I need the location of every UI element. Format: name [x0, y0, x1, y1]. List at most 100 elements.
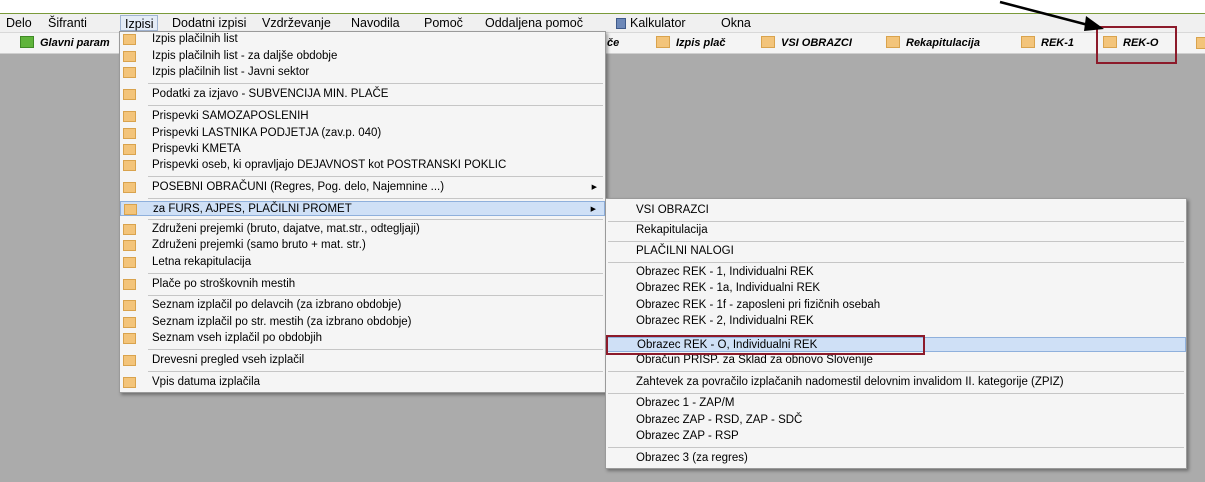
menu-okna[interactable]: Okna — [717, 15, 755, 31]
menu-item-label: Plače po stroškovnih mestih — [152, 278, 296, 290]
menu-item-prispevki-lastnika[interactable]: Prispevki LASTNIKA PODJETJA (zav.p. 040) — [120, 126, 605, 141]
submenu-item-rek-1[interactable]: Obrazec REK - 1, Individualni REK — [606, 265, 1186, 280]
menu-separator — [148, 349, 603, 350]
menu-item-zdruzeni-prejemki-bruto[interactable]: Združeni prejemki (samo bruto + mat. str… — [120, 238, 605, 253]
folder-icon — [886, 36, 900, 48]
menu-item-label: Prispevki KMETA — [152, 143, 241, 155]
submenu-item-rek-1a[interactable]: Obrazec REK - 1a, Individualni REK — [606, 281, 1186, 296]
menu-item-place-po-stroskovnih-mestih[interactable]: Plače po stroškovnih mestih — [120, 277, 605, 292]
submenu-item-zpiz[interactable]: Zahtevek za povračilo izplačanih nadomes… — [606, 375, 1186, 390]
menu-item-label: POSEBNI OBRAČUNI (Regres, Pog. delo, Naj… — [152, 181, 445, 193]
menu-item-zdruzeni-prejemki[interactable]: Združeni prejemki (bruto, dajatve, mat.s… — [120, 222, 605, 237]
folder-icon — [123, 279, 136, 290]
folder-icon — [656, 36, 670, 48]
menu-item-prispevki-samozaposlenih[interactable]: Prispevki SAMOZAPOSLENIH — [120, 109, 605, 124]
submenu-item-zap-rsd[interactable]: Obrazec ZAP - RSD, ZAP - SDČ — [606, 413, 1186, 428]
menu-separator — [148, 105, 603, 106]
submenu-arrow-icon: ▶ — [591, 184, 597, 191]
menu-item-label: Drevesni pregled vseh izplačil — [152, 354, 305, 366]
menu-item-seznam-po-str-mestih[interactable]: Seznam izplačil po str. mestih (za izbra… — [120, 315, 605, 330]
submenu-item-zap-m[interactable]: Obrazec 1 - ZAP/M — [606, 396, 1186, 411]
folder-icon — [123, 257, 136, 268]
toolbar-place-partial[interactable]: če — [607, 35, 619, 51]
menu-navodila[interactable]: Navodila — [347, 15, 404, 31]
submenu-item-label: Obrazec REK - 1f - zaposleni pri fizični… — [636, 299, 881, 311]
menu-pomoc[interactable]: Pomoč — [420, 15, 467, 31]
submenu-item-rekapitulacija[interactable]: Rekapitulacija — [606, 223, 1186, 238]
callout-box-rek-o-toolbar — [1096, 26, 1177, 64]
menu-separator — [148, 83, 603, 84]
folder-icon — [123, 300, 136, 311]
menu-separator — [148, 273, 603, 274]
menu-item-label: za FURS, AJPES, PLAČILNI PROMET — [153, 203, 352, 215]
menu-izpisi[interactable]: Izpisi — [120, 15, 159, 31]
menu-item-label: Prispevki SAMOZAPOSLENIH — [152, 110, 309, 122]
submenu-arrow-icon: ▶ — [590, 206, 596, 213]
toolbar-vsi-obrazci[interactable]: VSI OBRAZCI — [761, 35, 852, 51]
menu-item-izpis-placilnih-list-javni[interactable]: Izpis plačilnih list - Javni sektor — [120, 65, 605, 80]
folder-icon — [123, 355, 136, 366]
folder-icon — [123, 240, 136, 251]
menu-oddaljena-pomoc[interactable]: Oddaljena pomoč — [481, 15, 587, 31]
menu-item-letna-rekapitulacija[interactable]: Letna rekapitulacija — [120, 255, 605, 270]
toolbar-vsi-obrazci-label: VSI OBRAZCI — [781, 37, 852, 49]
submenu-item-obrazec-3[interactable]: Obrazec 3 (za regres) — [606, 451, 1186, 466]
toolbar-izpis-plac[interactable]: Izpis plač — [656, 35, 726, 51]
toolbar-izpis-plac-label: Izpis plač — [676, 37, 726, 49]
submenu-item-rek-1f[interactable]: Obrazec REK - 1f - zaposleni pri fizični… — [606, 298, 1186, 313]
menu-separator — [148, 176, 603, 177]
green-square-icon — [20, 36, 34, 48]
menu-item-prispevki-postranski[interactable]: Prispevki oseb, ki opravljajo DEJAVNOST … — [120, 158, 605, 173]
toolbar-rek-1[interactable]: REK-1 — [1021, 35, 1074, 51]
menu-item-subvencija[interactable]: Podatki za izjavo - SUBVENCIJA MIN. PLAČ… — [120, 87, 605, 102]
menu-item-label: Seznam izplačil po delavcih (za izbrano … — [152, 299, 402, 311]
menu-kalkulator-label: Kalkulator — [630, 16, 686, 30]
submenu-item-placilni-nalogi[interactable]: PLAČILNI NALOGI — [606, 244, 1186, 259]
menu-item-label: Izpis plačilnih list — [152, 33, 238, 45]
menu-item-posebni-obracuni[interactable]: POSEBNI OBRAČUNI (Regres, Pog. delo, Naj… — [120, 180, 605, 195]
menu-item-izpis-placilnih-list-daljse[interactable]: Izpis plačilnih list - za daljše obdobje — [120, 49, 605, 64]
menu-item-vpis-datuma[interactable]: Vpis datuma izplačila — [120, 375, 605, 390]
folder-icon — [761, 36, 775, 48]
menu-separator — [148, 219, 603, 220]
menu-item-seznam-po-obdobjih[interactable]: Seznam vseh izplačil po obdobjih — [120, 331, 605, 346]
menu-item-izpis-placilnih-list[interactable]: Izpis plačilnih list — [120, 32, 605, 47]
folder-icon — [124, 204, 137, 215]
submenu-item-zap-rsp[interactable]: Obrazec ZAP - RSP — [606, 429, 1186, 444]
submenu-item-label: PLAČILNI NALOGI — [636, 245, 734, 257]
folder-icon — [123, 128, 136, 139]
menu-vzdrzevanje[interactable]: Vzdrževanje — [258, 15, 335, 31]
menu-item-seznam-po-delavcih[interactable]: Seznam izplačil po delavcih (za izbrano … — [120, 298, 605, 313]
toolbar-rekapitulacija[interactable]: Rekapitulacija — [886, 35, 980, 51]
toolbar-rek-1-label: REK-1 — [1041, 37, 1075, 49]
menu-item-label: Izpis plačilnih list - Javni sektor — [152, 66, 310, 78]
menu-dodatni-izpisi[interactable]: Dodatni izpisi — [168, 15, 250, 31]
submenu-item-label: Rekapitulacija — [636, 224, 708, 236]
toolbar-glavni-param[interactable]: Glavni param — [20, 35, 110, 51]
submenu-item-label: VSI OBRAZCI — [636, 204, 709, 216]
menu-separator — [148, 371, 603, 372]
folder-icon — [1021, 36, 1035, 48]
menu-item-prispevki-kmeta[interactable]: Prispevki KMETA — [120, 142, 605, 157]
menu-item-label: Seznam izplačil po str. mestih (za izbra… — [152, 316, 412, 328]
menu-item-label: Prispevki LASTNIKA PODJETJA (zav.p. 040) — [152, 127, 382, 139]
menu-item-drevesni-pregled[interactable]: Drevesni pregled vseh izplačil — [120, 353, 605, 368]
toolbar-glavni-param-label: Glavni param — [40, 37, 110, 49]
submenu-item-label: Obrazec 1 - ZAP/M — [636, 397, 735, 409]
app-window: Delo Šifranti Izpisi Dodatni izpisi Vzdr… — [0, 0, 1205, 482]
menu-sifranti[interactable]: Šifranti — [44, 15, 91, 31]
menu-separator — [608, 241, 1184, 242]
menu-kalkulator[interactable]: Kalkulator — [612, 15, 690, 31]
izpisi-dropdown-menu: Izpis plačilnih list Izpis plačilnih lis… — [119, 31, 606, 393]
menu-delo[interactable]: Delo — [2, 15, 36, 31]
folder-icon — [123, 144, 136, 155]
menu-item-label: Združeni prejemki (bruto, dajatve, mat.s… — [152, 223, 420, 235]
submenu-item-prisp-sklad[interactable]: Obračun PRISP. za Sklad za obnovo Sloven… — [606, 353, 1186, 368]
folder-icon — [123, 377, 136, 388]
submenu-item-vsi-obrazci[interactable]: VSI OBRAZCI — [606, 203, 1186, 218]
menu-separator — [608, 371, 1184, 372]
menu-item-za-furs-ajpes[interactable]: za FURS, AJPES, PLAČILNI PROMET ▶ — [120, 201, 605, 216]
submenu-item-rek-2[interactable]: Obrazec REK - 2, Individualni REK — [606, 314, 1186, 329]
furs-submenu: VSI OBRAZCI Rekapitulacija PLAČILNI NALO… — [605, 198, 1187, 469]
folder-icon — [123, 89, 136, 100]
